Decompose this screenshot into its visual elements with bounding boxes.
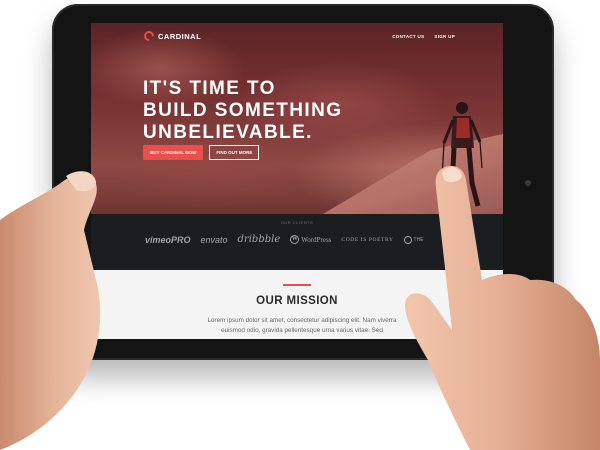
client-logo-code-is-poetry: CODE IS POETRY [341, 236, 394, 243]
hero-headline: IT'S TIME TO BUILD SOMETHING UNBELIEVABL… [143, 78, 342, 144]
client-logo-envato: envato [200, 234, 228, 245]
clients-band: OUR CLIENTS vimeoPRO envato dribbble W W… [91, 214, 503, 270]
climber-figure [441, 102, 483, 209]
wordpress-wordmark: WordPress [301, 235, 332, 244]
hero-section: CARDINAL CONTACT US SIGN UP IT'S TIME TO… [91, 23, 503, 214]
wordpress-logo-icon: W [290, 235, 300, 244]
nav-contact-us[interactable]: CONTACT US [392, 34, 424, 39]
hero-line-3: UNBELIEVABLE. [143, 122, 313, 143]
clients-label: OUR CLIENTS [280, 220, 314, 225]
client-logo-dribbble: dribbble [237, 234, 281, 245]
find-out-more-button[interactable]: FIND OUT MORE [209, 145, 260, 160]
hero-cta-row: BUY CARDINAL NOW FIND OUT MORE [143, 145, 260, 160]
brand-name: CARDINAL [158, 31, 202, 41]
client-logo-last: THE [403, 235, 424, 244]
client-circle-icon [403, 235, 412, 244]
client-logos: vimeoPRO envato dribbble W WordPress COD… [145, 234, 424, 245]
brand-logo[interactable]: CARDINAL [141, 28, 202, 44]
nav-sign-up[interactable]: SIGN UP [434, 34, 455, 39]
tablet-device: CARDINAL CONTACT US SIGN UP IT'S TIME TO… [52, 4, 554, 360]
hero-line-1: IT'S TIME TO [143, 78, 276, 99]
cardinal-logo-icon [141, 28, 157, 44]
buy-cardinal-button[interactable]: BUY CARDINAL NOW [143, 145, 204, 160]
tablet-screen: CARDINAL CONTACT US SIGN UP IT'S TIME TO… [91, 23, 503, 339]
camera-icon [525, 180, 531, 186]
mission-section: OUR MISSION Lorem ipsum dolor sit amet, … [91, 270, 503, 339]
mission-divider [283, 284, 311, 286]
client-logo-wordpress: W WordPress [290, 235, 331, 244]
top-nav: CONTACT US SIGN UP [392, 34, 455, 39]
mission-title: OUR MISSION [256, 295, 338, 307]
client-logo-vimeo: vimeoPRO [145, 234, 191, 245]
hero-line-2: BUILD SOMETHING [143, 100, 343, 121]
client-last-wordmark: THE [413, 236, 424, 243]
mission-body: Lorem ipsum dolor sit amet, consectetur … [207, 317, 397, 334]
